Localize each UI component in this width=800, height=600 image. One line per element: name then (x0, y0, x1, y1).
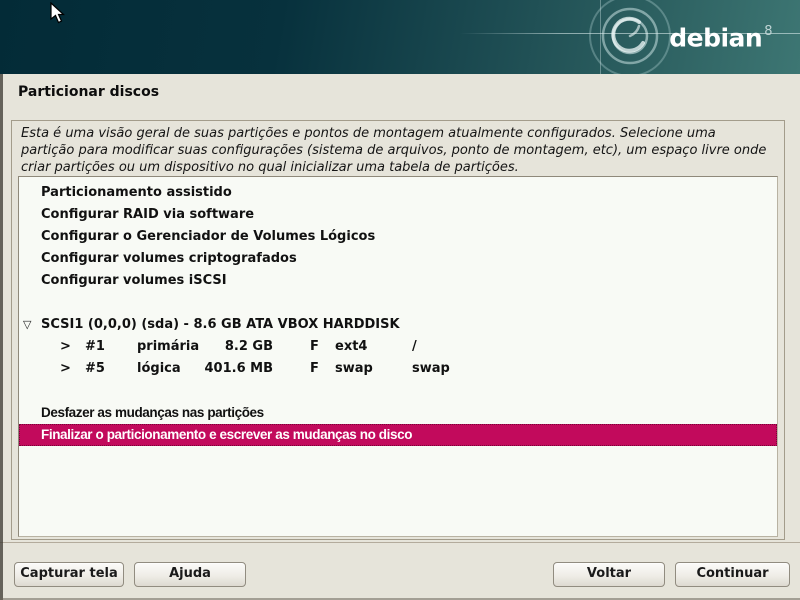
page-title: Particionar discos (18, 84, 159, 100)
partition-filesystem: ext4 (335, 336, 367, 358)
list-item-label: Configurar o Gerenciador de Volumes Lógi… (41, 229, 375, 244)
list-item-configure-iscsi[interactable]: Configurar volumes iSCSI (19, 270, 777, 292)
list-item-guided-partitioning[interactable]: Particionamento assistido (19, 182, 777, 204)
partition-filesystem: swap (335, 358, 373, 380)
partition-format-flag: F (310, 336, 319, 358)
list-item-configure-raid[interactable]: Configurar RAID via software (19, 204, 777, 226)
content-frame: Esta é uma visão geral de suas partições… (11, 120, 785, 540)
list-item-configure-lvm[interactable]: Configurar o Gerenciador de Volumes Lógi… (19, 226, 777, 248)
list-item-undo-changes[interactable]: Desfazer as mudanças nas partições (19, 402, 777, 424)
step-description: Esta é uma visão geral de suas partições… (21, 125, 773, 176)
footer-divider (0, 542, 800, 543)
list-item-label: Configurar RAID via software (41, 207, 254, 222)
partition-size: 401.6 MB (169, 358, 273, 380)
screen-left-edge (0, 74, 3, 600)
partition-format-flag: F (310, 358, 319, 380)
spacer-row (19, 292, 777, 314)
disk-label: SCSI1 (0,0,0) (sda) - 8.6 GB ATA VBOX HA… (41, 317, 400, 332)
partition-marker: > (60, 336, 71, 358)
installer-screen: debian8 Particionar discos Esta é uma vi… (0, 0, 800, 600)
partition-row-5[interactable]: > #5 lógica 401.6 MB F swap swap (19, 358, 777, 380)
list-item-label: Finalizar o particionamento e escrever a… (41, 427, 412, 442)
screenshot-button[interactable]: Capturar tela (14, 562, 124, 587)
brand-name: debian (669, 23, 762, 52)
partition-size: 8.2 GB (169, 336, 273, 358)
expander-open-icon[interactable]: ▽ (23, 314, 31, 336)
list-item-label: Desfazer as mudanças nas partições (41, 405, 264, 420)
partition-mountpoint: swap (412, 358, 450, 380)
help-button[interactable]: Ajuda (134, 562, 246, 587)
back-button[interactable]: Voltar (553, 562, 665, 587)
list-item-label: Configurar volumes iSCSI (41, 273, 227, 288)
brand-logotype: debian8 (669, 21, 770, 51)
continue-button[interactable]: Continuar (675, 562, 790, 587)
list-item-label: Particionamento assistido (41, 185, 232, 200)
partition-row-1[interactable]: > #1 primária 8.2 GB F ext4 / (19, 336, 777, 358)
spacer-row (19, 380, 777, 402)
partition-list[interactable]: Particionamento assistido Configurar RAI… (18, 176, 778, 537)
brand-version: 8 (764, 24, 772, 39)
header-banner: debian8 (0, 0, 800, 74)
partition-marker: > (60, 358, 71, 380)
partition-number: #1 (85, 336, 105, 358)
list-item-label: Configurar volumes criptografados (41, 251, 297, 266)
mouse-cursor (50, 2, 66, 24)
partition-mountpoint: / (412, 336, 417, 358)
list-item-configure-crypto[interactable]: Configurar volumes criptografados (19, 248, 777, 270)
list-item-finish-partitioning[interactable]: Finalizar o particionamento e escrever a… (19, 424, 777, 446)
partition-number: #5 (85, 358, 105, 380)
disk-row-sda[interactable]: ▽ SCSI1 (0,0,0) (sda) - 8.6 GB ATA VBOX … (19, 314, 777, 336)
